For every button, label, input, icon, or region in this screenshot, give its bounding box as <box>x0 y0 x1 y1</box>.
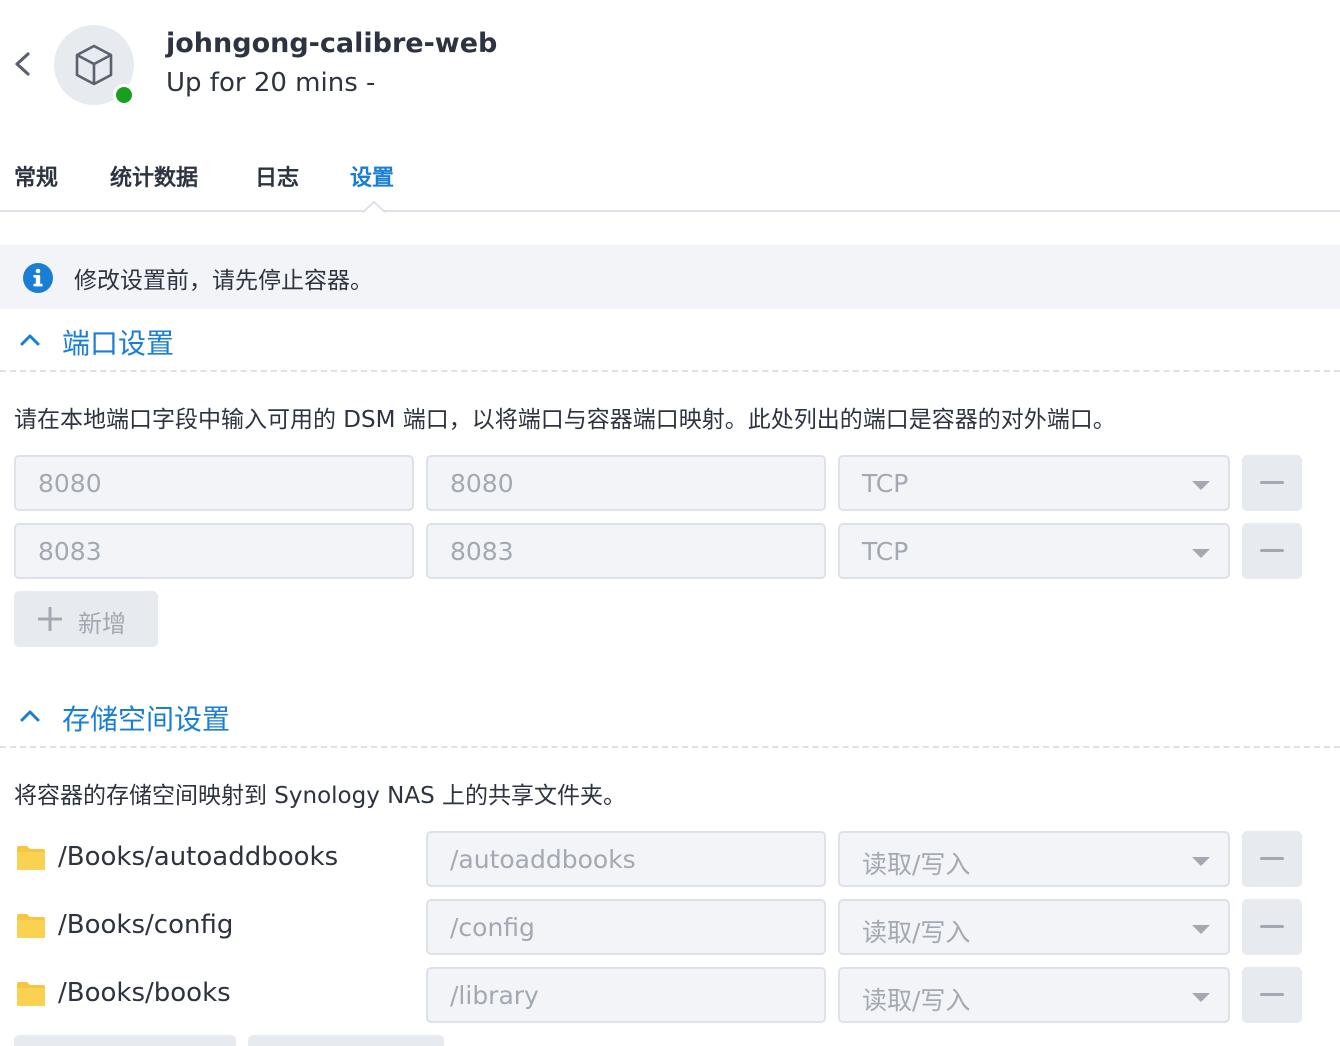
minus-icon <box>1260 993 1284 996</box>
access-mode-value: 读取/写入 <box>862 850 971 879</box>
local-port-input[interactable]: 8080 <box>14 455 414 511</box>
mount-path-input[interactable]: /library <box>426 967 826 1023</box>
back-button[interactable] <box>10 48 34 80</box>
shared-folder-path: /Books/books <box>58 978 231 1008</box>
caret-down-icon <box>1192 925 1210 934</box>
minus-icon <box>1260 481 1284 484</box>
info-banner-text: 修改设置前，请先停止容器。 <box>74 268 373 294</box>
remove-port-button[interactable] <box>1242 455 1302 511</box>
info-banner: 修改设置前，请先停止容器。 <box>0 245 1340 309</box>
caret-down-icon <box>1192 549 1210 558</box>
mount-path-input[interactable]: /autoaddbooks <box>426 831 826 887</box>
container-port-input[interactable]: 8083 <box>426 523 826 579</box>
chevron-up-icon[interactable] <box>16 326 44 354</box>
protocol-select[interactable]: TCP <box>838 455 1230 511</box>
tab-statistics[interactable]: 统计数据 <box>110 160 198 192</box>
container-port-value: 8080 <box>450 469 514 498</box>
add-folder-button[interactable] <box>14 1035 236 1046</box>
minus-icon <box>1260 549 1284 552</box>
shared-folder-path: /Books/config <box>58 910 234 940</box>
info-icon <box>23 263 53 293</box>
port-settings-header[interactable]: 端口设置 <box>0 308 1340 372</box>
shared-folder-path: /Books/autoaddbooks <box>58 842 339 872</box>
plus-icon <box>38 607 62 631</box>
folder-icon <box>17 846 45 870</box>
storage-settings-header[interactable]: 存储空间设置 <box>0 684 1340 748</box>
tab-general[interactable]: 常规 <box>14 160 58 192</box>
container-uptime: Up for 20 mins - <box>166 68 376 98</box>
protocol-select[interactable]: TCP <box>838 523 1230 579</box>
access-mode-select[interactable]: 读取/写入 <box>838 831 1230 887</box>
minus-icon <box>1260 925 1284 928</box>
chevron-up-icon[interactable] <box>16 702 44 730</box>
container-port-input[interactable]: 8080 <box>426 455 826 511</box>
port-settings-description: 请在本地端口字段中输入可用的 DSM 端口，以将端口与容器端口映射。此处列出的端… <box>14 407 1116 433</box>
mount-path-value: /config <box>450 913 535 942</box>
caret-down-icon <box>1192 481 1210 490</box>
shared-folder-row: /Books/config <box>14 899 414 955</box>
caret-down-icon <box>1192 857 1210 866</box>
container-port-value: 8083 <box>450 537 514 566</box>
folder-icon <box>17 914 45 938</box>
access-mode-select[interactable]: 读取/写入 <box>838 967 1230 1023</box>
add-file-button[interactable] <box>248 1035 444 1046</box>
tab-logs[interactable]: 日志 <box>255 160 299 192</box>
storage-settings-description: 将容器的存储空间映射到 Synology NAS 上的共享文件夹。 <box>14 783 627 809</box>
remove-port-button[interactable] <box>1242 523 1302 579</box>
protocol-value: TCP <box>862 469 909 498</box>
shared-folder-row: /Books/books <box>14 967 414 1023</box>
local-port-input[interactable]: 8083 <box>14 523 414 579</box>
chevron-left-icon <box>15 52 30 76</box>
add-port-label: 新增 <box>78 610 126 638</box>
access-mode-select[interactable]: 读取/写入 <box>838 899 1230 955</box>
local-port-value: 8080 <box>38 469 102 498</box>
folder-icon <box>17 982 45 1006</box>
running-status-dot <box>113 84 135 106</box>
mount-path-value: /library <box>450 981 539 1010</box>
container-box-icon <box>75 44 113 86</box>
remove-volume-button[interactable] <box>1242 899 1302 955</box>
add-port-button[interactable]: 新增 <box>14 591 158 647</box>
caret-down-icon <box>1192 993 1210 1002</box>
access-mode-value: 读取/写入 <box>862 918 971 947</box>
storage-settings-title: 存储空间设置 <box>62 703 231 736</box>
container-name: johngong-calibre-web <box>166 28 498 59</box>
port-settings-title: 端口设置 <box>62 327 175 360</box>
access-mode-value: 读取/写入 <box>862 986 971 1015</box>
local-port-value: 8083 <box>38 537 102 566</box>
container-avatar <box>54 25 135 106</box>
mount-path-value: /autoaddbooks <box>450 845 636 874</box>
mount-path-input[interactable]: /config <box>426 899 826 955</box>
protocol-value: TCP <box>862 537 909 566</box>
tab-settings[interactable]: 设置 <box>350 160 394 192</box>
minus-icon <box>1260 857 1284 860</box>
tab-bar: 常规 统计数据 日志 设置 <box>0 150 1340 214</box>
shared-folder-row: /Books/autoaddbooks <box>14 831 414 887</box>
remove-volume-button[interactable] <box>1242 831 1302 887</box>
remove-volume-button[interactable] <box>1242 967 1302 1023</box>
active-tab-indicator <box>362 200 386 214</box>
